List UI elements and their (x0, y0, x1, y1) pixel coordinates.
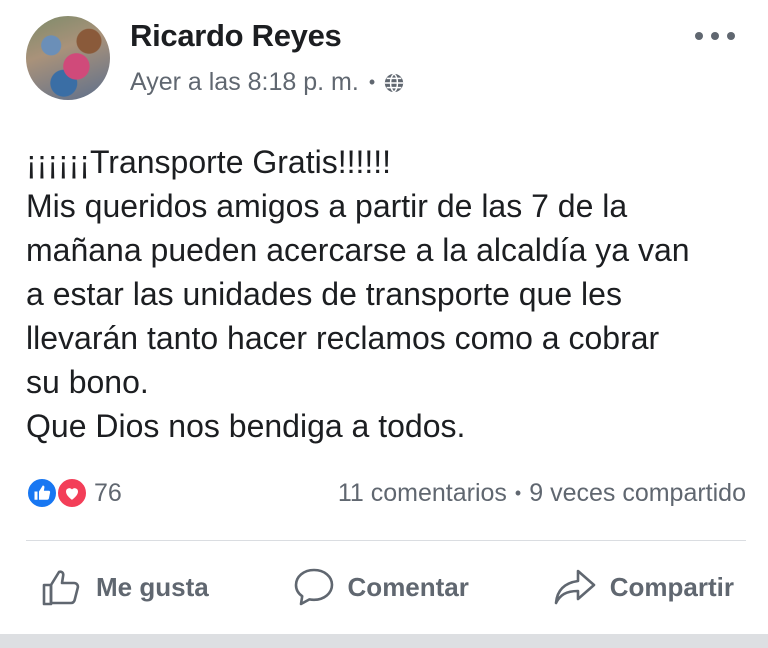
divider (26, 540, 746, 541)
comment-bubble-icon (294, 568, 333, 606)
comment-button[interactable]: Comentar (292, 565, 469, 609)
globe-icon (384, 72, 404, 93)
post-card: Ricardo Reyes Ayer a las 8:18 p. m. • ¡¡… (0, 0, 768, 634)
love-reaction-icon (56, 477, 88, 509)
post-body-line: llevarán tanto hacer reclamos como a cob… (26, 320, 660, 356)
stats-separator: • (514, 482, 522, 503)
author-name[interactable]: Ricardo Reyes (130, 18, 342, 54)
timestamp[interactable]: Ayer a las 8:18 p. m. (130, 68, 359, 97)
post-body-line: ¡¡¡¡¡¡Transporte Gratis!!!!!! (26, 144, 392, 180)
feed-separator (0, 634, 768, 648)
like-button[interactable]: Me gusta (40, 565, 209, 609)
post-body-line: mañana pueden acercarse a la alcaldía ya… (26, 232, 690, 268)
share-arrow-icon (554, 569, 596, 605)
thumbs-up-icon (42, 570, 80, 606)
post-meta: Ayer a las 8:18 p. m. • (130, 68, 405, 97)
avatar[interactable] (26, 16, 110, 100)
meta-separator: • (368, 72, 376, 92)
like-label: Me gusta (96, 571, 209, 602)
engagement-counts: 11 comentarios • 9 veces compartido (338, 479, 746, 508)
reactions-summary[interactable] (26, 476, 100, 510)
post-body-line: Que Dios nos bendiga a todos. (26, 408, 466, 444)
post-stats: 76 11 comentarios • 9 veces compartido (26, 476, 746, 510)
comment-label: Comentar (347, 571, 469, 602)
post-body-line: su bono. (26, 364, 149, 400)
shares-count[interactable]: 9 veces compartido (529, 479, 746, 508)
action-bar: Me gusta Comentar Compartir (26, 560, 746, 614)
post-body-line: Mis queridos amigos a partir de las 7 de… (26, 188, 628, 224)
share-button[interactable]: Compartir (552, 565, 734, 609)
comments-count[interactable]: 11 comentarios (338, 479, 507, 508)
more-options-icon[interactable] (695, 26, 735, 46)
post-body: ¡¡¡¡¡¡Transporte Gratis!!!!!! Mis querid… (26, 140, 746, 448)
like-reaction-icon (26, 477, 58, 509)
post-body-line: a estar las unidades de transporte que l… (26, 276, 622, 312)
share-label: Compartir (609, 571, 734, 602)
